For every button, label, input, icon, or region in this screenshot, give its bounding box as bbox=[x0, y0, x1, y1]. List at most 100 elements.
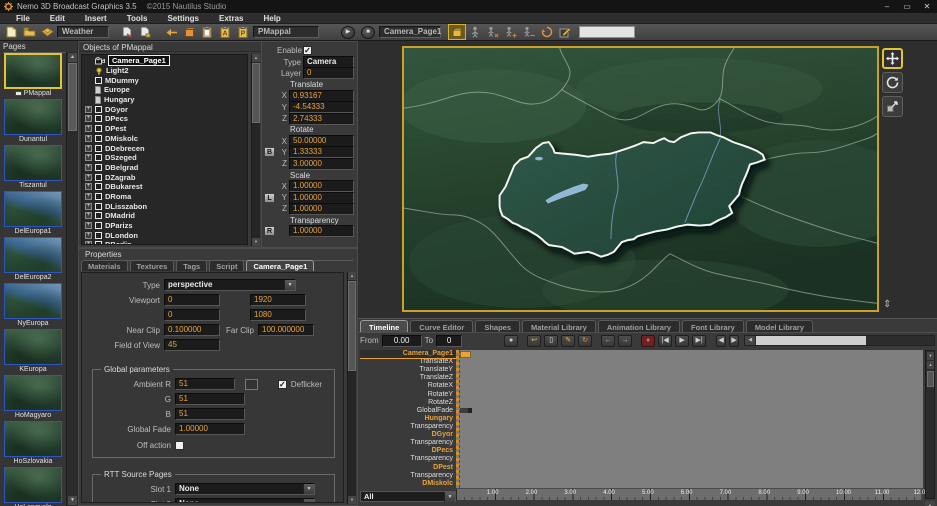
track-transparency[interactable]: Transparency bbox=[360, 439, 456, 447]
track-transparency[interactable]: Transparency bbox=[360, 472, 456, 480]
scale-tool-button[interactable] bbox=[882, 96, 903, 117]
record-button[interactable]: ● bbox=[504, 335, 518, 347]
move-tool-button[interactable] bbox=[882, 48, 903, 69]
transparency-field[interactable]: 1.00000 bbox=[289, 225, 354, 237]
rotate-y-field[interactable]: 1.33333 bbox=[289, 146, 354, 158]
tab-shapes[interactable]: Shapes bbox=[475, 320, 520, 332]
keyframe-marker[interactable] bbox=[460, 351, 471, 358]
off-action-checkbox[interactable] bbox=[175, 441, 184, 450]
next-key-button[interactable]: → bbox=[618, 335, 632, 347]
viewport-x-field[interactable]: 0 bbox=[164, 294, 220, 306]
scroll-left-button[interactable]: ◀ bbox=[716, 335, 726, 347]
viewport-width-field[interactable]: 1920 bbox=[250, 294, 306, 306]
deflicker-checkbox[interactable]: ✓ bbox=[278, 380, 287, 389]
page-item-deleuropa2[interactable]: DelEuropa2 bbox=[0, 237, 66, 282]
rotate-tool-button[interactable] bbox=[882, 72, 903, 93]
add-page-key-button[interactable]: ▯ bbox=[544, 335, 558, 347]
object-dbukarest[interactable]: +DBukarest bbox=[82, 182, 247, 192]
page-thumbnail[interactable] bbox=[4, 421, 62, 457]
edit-key-button[interactable]: ✎ bbox=[561, 335, 575, 347]
object-dlondon[interactable]: +DLondon bbox=[82, 230, 247, 240]
track-dgyor[interactable]: DGyor bbox=[360, 431, 456, 439]
track-transparency[interactable]: Transparency bbox=[360, 455, 456, 463]
object-dmadrid[interactable]: +DMadrid bbox=[82, 211, 247, 221]
translate-x-field[interactable]: 0.93167 bbox=[289, 90, 354, 102]
tab-font-library[interactable]: Font Library bbox=[682, 320, 744, 332]
menu-item-insert[interactable]: Insert bbox=[75, 13, 117, 24]
page-item-nyeuropa[interactable]: NyEuropa bbox=[0, 283, 66, 328]
select-object-button[interactable] bbox=[467, 25, 483, 39]
layer-field[interactable]: 0 bbox=[303, 67, 354, 79]
rotate-x-field[interactable]: 50.00000 bbox=[289, 135, 354, 147]
menu-item-extras[interactable]: Extras bbox=[209, 13, 253, 24]
track-translatez[interactable]: TranslateZ bbox=[360, 374, 456, 382]
tab-timeline[interactable]: Timeline bbox=[360, 320, 408, 332]
object-mdummy[interactable]: MDummy bbox=[82, 75, 247, 85]
object-dlisszabon[interactable]: +DLisszabon bbox=[82, 201, 247, 211]
viewport-height-field[interactable]: 1080 bbox=[250, 309, 306, 321]
menu-item-tools[interactable]: Tools bbox=[117, 13, 158, 24]
track-dpest[interactable]: DPest bbox=[360, 464, 456, 472]
object-dparizs[interactable]: +DParizs bbox=[82, 221, 247, 231]
viewport-y-field[interactable]: 0 bbox=[164, 309, 220, 321]
rotate-z-field[interactable]: 3.00000 bbox=[289, 158, 354, 170]
unlink-object-button[interactable] bbox=[521, 25, 537, 39]
track-camera-page1[interactable]: Camera_Page1 bbox=[360, 350, 456, 358]
skip-start-button[interactable]: |◀ bbox=[658, 335, 672, 347]
save-scene-button[interactable] bbox=[39, 25, 55, 39]
tab-animation-library[interactable]: Animation Library bbox=[598, 320, 680, 332]
page-thumbnail[interactable] bbox=[4, 237, 62, 273]
timeline-h-scrollbar[interactable]: ◀ bbox=[744, 335, 935, 346]
expand-plus-icon[interactable]: + bbox=[85, 164, 92, 171]
scale-y-field[interactable]: 1.00000 bbox=[289, 192, 354, 204]
scroll-down-icon[interactable]: ▼ bbox=[348, 496, 356, 504]
object-ddebrecen[interactable]: +DDebrecen bbox=[82, 143, 247, 153]
lock-mode-button[interactable]: L bbox=[264, 193, 275, 203]
tab-model-library[interactable]: Model Library bbox=[746, 320, 813, 332]
object-light2[interactable]: Light2 bbox=[82, 66, 247, 76]
page-item-holengyelo[interactable]: HoLengyelo bbox=[0, 467, 66, 506]
new-scene-button[interactable] bbox=[3, 25, 19, 39]
object-dberlin[interactable]: +DBerlin bbox=[82, 240, 247, 245]
track-globalfade[interactable]: GlobalFade bbox=[360, 407, 456, 415]
chevron-down-icon[interactable]: ▼ bbox=[444, 492, 455, 502]
scroll-up-icon[interactable]: ▲ bbox=[252, 54, 260, 62]
open-scene-button[interactable] bbox=[21, 25, 37, 39]
page-item-pmappal[interactable]: PMappal bbox=[0, 53, 66, 98]
maximize-button[interactable]: ▭ bbox=[901, 2, 913, 12]
camera-type-dropdown[interactable]: perspective ▼ bbox=[164, 279, 296, 291]
refresh-scene-button[interactable] bbox=[539, 25, 555, 39]
link-object-button[interactable] bbox=[503, 25, 519, 39]
expand-plus-icon[interactable]: + bbox=[85, 241, 92, 245]
camera-name-field[interactable]: Camera_Page1 bbox=[379, 26, 441, 38]
scale-z-field[interactable]: 1.00000 bbox=[289, 203, 354, 215]
scroll-corner[interactable]: ▼ bbox=[925, 501, 935, 506]
enable-checkbox[interactable]: ✓ bbox=[303, 46, 312, 55]
cube-tool-button[interactable] bbox=[181, 25, 197, 39]
expand-plus-icon[interactable]: + bbox=[85, 222, 92, 229]
scrollbar-thumb[interactable] bbox=[348, 281, 356, 371]
tab-script[interactable]: Script bbox=[209, 260, 244, 271]
expand-plus-icon[interactable]: + bbox=[85, 212, 92, 219]
expand-plus-icon[interactable]: + bbox=[85, 174, 92, 181]
page-item-deleuropa1[interactable]: DelEuropa1 bbox=[0, 191, 66, 236]
translate-y-field[interactable]: -4.54333 bbox=[289, 101, 354, 113]
fov-field[interactable]: 45 bbox=[164, 339, 220, 351]
translate-z-field[interactable]: 2.74333 bbox=[289, 113, 354, 125]
viewport-resize-handle[interactable]: ⇕ bbox=[883, 299, 891, 310]
play-page-button[interactable]: ▶ bbox=[341, 26, 355, 39]
track-rotatey[interactable]: RotateY bbox=[360, 391, 456, 399]
page-thumbnail[interactable] bbox=[4, 99, 62, 135]
page-item-hoszlovakia[interactable]: HoSzlovakia bbox=[0, 421, 66, 466]
scroll-up-icon[interactable]: ▲ bbox=[68, 53, 77, 62]
tab-tags[interactable]: Tags bbox=[176, 260, 207, 271]
page-thumbnail[interactable] bbox=[4, 467, 62, 503]
chevron-down-icon[interactable]: ▼ bbox=[303, 499, 314, 503]
select-hierarchy-button[interactable] bbox=[485, 25, 501, 39]
page-name-field[interactable]: PMappal bbox=[253, 26, 319, 38]
play-timeline-button[interactable]: ▶ bbox=[675, 335, 689, 347]
menu-item-settings[interactable]: Settings bbox=[157, 13, 209, 24]
page-thumbnail[interactable] bbox=[4, 191, 62, 227]
expand-plus-icon[interactable]: + bbox=[85, 145, 92, 152]
page-thumbnail[interactable] bbox=[4, 53, 62, 89]
